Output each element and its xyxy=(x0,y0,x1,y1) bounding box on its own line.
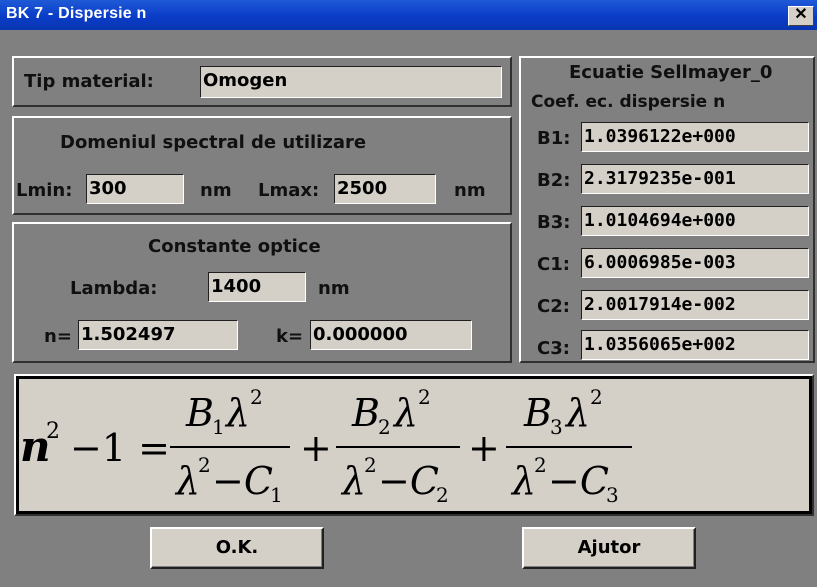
coef-field-c2[interactable]: 2.0017914e-002 xyxy=(581,290,809,320)
title-bar[interactable]: BK 7 - Dispersie n ✕ xyxy=(0,0,817,30)
n-label: n= xyxy=(44,326,72,347)
formula-denominator-c: −C xyxy=(378,459,439,503)
coef-label: C1: xyxy=(537,254,570,275)
fraction-bar-1 xyxy=(170,446,290,448)
optical-heading: Constante optice xyxy=(148,236,321,257)
formula-lhs-rest: −1 = xyxy=(70,426,170,470)
formula-numerator-exp: 2 xyxy=(590,385,603,409)
help-button[interactable]: Ajutor xyxy=(522,527,696,569)
formula-denominator-lambda: λ xyxy=(510,459,536,503)
coef-label: C3: xyxy=(537,338,570,359)
k-label: k= xyxy=(276,326,304,347)
k-field[interactable]: 0.000000 xyxy=(310,320,472,350)
spectral-range-panel: Domeniul spectral de utilizare Lmin: 300… xyxy=(12,116,512,215)
formula-numerator-exp: 2 xyxy=(418,385,431,409)
formula-denominator-lambda: λ xyxy=(340,459,366,503)
fraction-bar-3 xyxy=(506,446,632,448)
formula-numerator-b: B xyxy=(523,391,552,435)
formula-denominator-exp: 2 xyxy=(534,453,547,477)
sellmeier-heading: Ecuatie Sellmayer_0 xyxy=(569,62,773,83)
formula-plus: + xyxy=(468,426,500,470)
sellmeier-panel: Ecuatie Sellmayer_0 Coef. ec. dispersie … xyxy=(519,56,815,363)
n-field[interactable]: 1.502497 xyxy=(78,320,238,350)
ok-button[interactable]: O.K. xyxy=(150,527,324,569)
lambda-label: Lambda: xyxy=(70,278,158,299)
material-field[interactable]: Omogen xyxy=(200,66,502,98)
formula-denominator-c: −C xyxy=(212,459,273,503)
formula-numerator-index: 2 xyxy=(378,415,391,439)
spectral-heading: Domeniul spectral de utilizare xyxy=(60,132,367,153)
formula-lhs-exp: 2 xyxy=(46,419,60,444)
sellmeier-subheading: Coef. ec. dispersie n xyxy=(531,92,726,112)
coef-label: B3: xyxy=(537,212,571,233)
formula-numerator-index: 1 xyxy=(212,415,225,439)
dialog-window: BK 7 - Dispersie n ✕ Tip material: Omoge… xyxy=(0,0,817,587)
formula-denominator-index: 2 xyxy=(436,483,449,507)
formula-numerator-b: B xyxy=(351,391,380,435)
formula-numerator-exp: 2 xyxy=(250,385,263,409)
formula-numerator-b: B xyxy=(185,391,214,435)
dispersion-formula: n 2 −1 = B 1 λ 2 λ 2 −C 1 + B 2 λ 2 λ 2 … xyxy=(14,374,814,516)
coef-field-b1[interactable]: 1.0396122e+000 xyxy=(581,122,809,152)
formula-numerator-lambda: λ xyxy=(564,391,590,435)
coef-label: B2: xyxy=(537,170,571,191)
formula-graphic: n 2 −1 = B 1 λ 2 λ 2 −C 1 + B 2 λ 2 λ 2 … xyxy=(20,385,632,507)
fraction-bar-2 xyxy=(336,446,460,448)
lmax-unit: nm xyxy=(454,180,486,201)
material-label: Tip material: xyxy=(24,71,154,92)
lmin-field[interactable]: 300 xyxy=(86,174,184,204)
optical-constants-panel: Constante optice Lambda: 1400 nm n= 1.50… xyxy=(12,222,512,363)
formula-denominator-c: −C xyxy=(548,459,609,503)
coef-label: C2: xyxy=(537,296,570,317)
formula-plus: + xyxy=(300,426,332,470)
coef-field-b3[interactable]: 1.0104694e+000 xyxy=(581,206,809,236)
lmin-unit: nm xyxy=(200,180,232,201)
formula-denominator-exp: 2 xyxy=(198,453,211,477)
coef-field-c3[interactable]: 1.0356065e+002 xyxy=(581,330,809,360)
close-icon[interactable]: ✕ xyxy=(788,6,814,26)
lambda-field[interactable]: 1400 xyxy=(208,272,306,302)
lmax-field[interactable]: 2500 xyxy=(334,174,436,204)
formula-numerator-lambda: λ xyxy=(224,391,250,435)
coef-field-c1[interactable]: 6.0006985e-003 xyxy=(581,248,809,278)
coef-label: B1: xyxy=(537,128,571,149)
lmin-label: Lmin: xyxy=(16,180,73,201)
lmax-label: Lmax: xyxy=(258,180,320,201)
formula-denominator-index: 1 xyxy=(270,483,283,507)
lambda-unit: nm xyxy=(318,278,350,299)
coef-field-b2[interactable]: 2.3179235e-001 xyxy=(581,164,809,194)
formula-numerator-index: 3 xyxy=(550,415,563,439)
window-title: BK 7 - Dispersie n xyxy=(6,5,147,22)
formula-denominator-exp: 2 xyxy=(364,453,377,477)
formula-denominator-index: 3 xyxy=(606,483,619,507)
material-panel: Tip material: Omogen xyxy=(12,56,512,107)
formula-numerator-lambda: λ xyxy=(392,391,418,435)
formula-denominator-lambda: λ xyxy=(174,459,200,503)
